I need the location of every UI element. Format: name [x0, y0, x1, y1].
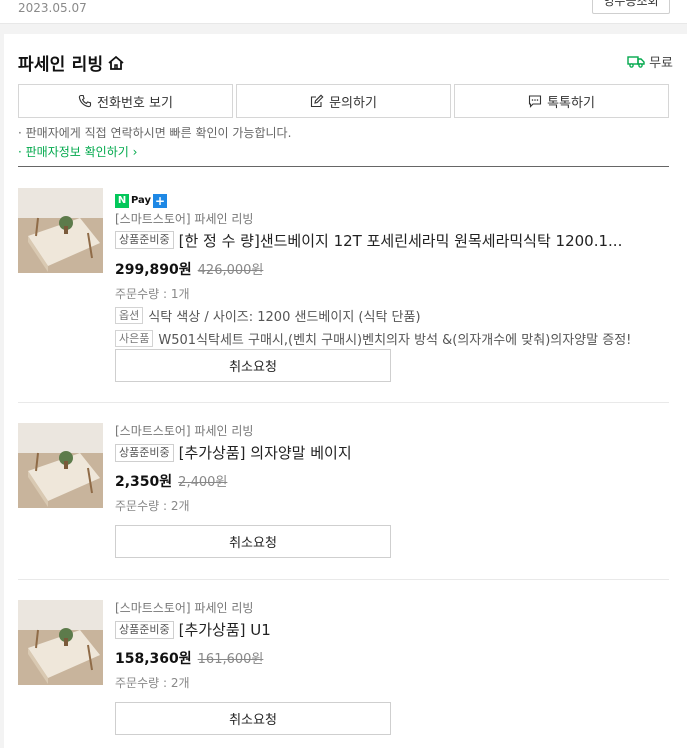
store-name: [스마트스토어] 파세인 리빙 — [115, 211, 254, 226]
chat-icon — [529, 95, 542, 108]
item-separator — [18, 579, 669, 580]
shipping-label: 무료 — [649, 56, 673, 71]
home-icon[interactable] — [107, 54, 125, 72]
product-thumbnail[interactable] — [18, 188, 103, 273]
edit-icon — [311, 94, 324, 108]
original-price: 426,000원 — [197, 262, 264, 278]
sale-price: 299,890원 — [115, 261, 192, 278]
product-thumbnail[interactable] — [18, 423, 103, 508]
store-name: [스마트스토어] 파세인 리빙 — [115, 601, 254, 615]
seller-info-link[interactable]: · 판매자정보 확인하기 › — [18, 143, 291, 162]
gift-tag: 사은품 — [115, 329, 154, 347]
product-title[interactable]: [추가상품] 의자양말 베이지 — [179, 442, 352, 463]
section-divider — [18, 166, 669, 167]
naver-pay-badge: N Pay + — [115, 193, 168, 208]
talktalk-label: 톡톡하기 — [547, 95, 595, 111]
plus-icon: + — [153, 193, 168, 208]
status-badge: 상품준비중 — [115, 231, 174, 249]
sale-price: 158,360원 — [115, 651, 192, 667]
order-quantity: 주문수량 : 2개 — [115, 676, 190, 690]
seller-order-card: 파세인 리빙 무료 전화번호 보기 문의하기 톡톡하기 · 판매자에게 직접 연… — [4, 34, 687, 748]
phone-number-button[interactable]: 전화번호 보기 — [18, 84, 233, 118]
original-price: 161,600원 — [197, 652, 264, 667]
product-thumbnail[interactable] — [18, 600, 103, 685]
naver-n-icon: N — [115, 193, 129, 208]
cancel-request-button[interactable]: 취소요청 — [115, 702, 391, 735]
cancel-request-button[interactable]: 취소요청 — [115, 525, 391, 558]
pay-text: Pay — [131, 195, 152, 206]
seller-actions: 전화번호 보기 문의하기 톡톡하기 — [18, 84, 669, 118]
order-quantity: 주문수량 : 2개 — [115, 499, 190, 513]
receipt-button[interactable]: 영수증조회 — [592, 0, 670, 14]
previous-order-card: 2023.05.07 영수증조회 — [0, 0, 687, 24]
product-title[interactable]: [한 정 수 량]샌드베이지 12T 포세린세라믹 원목세라믹식탁 1200.1… — [179, 230, 623, 251]
cancel-request-button[interactable]: 취소요청 — [115, 349, 391, 382]
gift-text: W501식탁세트 구매시,(벤치 구매시)벤치의자 방석 &(의자개수에 맞춰)… — [158, 332, 632, 348]
phone-number-label: 전화번호 보기 — [97, 95, 173, 111]
order-quantity: 주문수량 : 1개 — [115, 286, 190, 301]
gift-row: 사은품 W501식탁세트 구매시,(벤치 구매시)벤치의자 방석 &(의자개수에… — [115, 329, 669, 348]
original-price: 2,400원 — [178, 475, 228, 490]
seller-header[interactable]: 파세인 리빙 — [18, 50, 125, 75]
item-separator — [18, 402, 669, 403]
store-name: [스마트스토어] 파세인 리빙 — [115, 424, 254, 438]
talktalk-button[interactable]: 톡톡하기 — [454, 84, 669, 118]
option-row: 옵션 식탁 색상 / 사이즈: 1200 샌드베이지 (식탁 단품) — [115, 306, 669, 325]
seller-name[interactable]: 파세인 리빙 — [18, 50, 103, 75]
inquiry-button[interactable]: 문의하기 — [236, 84, 451, 118]
phone-icon — [78, 94, 92, 108]
inquiry-label: 문의하기 — [329, 95, 377, 111]
product-title[interactable]: [추가상품] U1 — [179, 619, 271, 640]
truck-icon — [627, 56, 645, 68]
option-tag: 옵션 — [115, 306, 144, 324]
shipping-info: 무료 — [627, 52, 673, 71]
order-date: 2023.05.07 — [18, 1, 87, 15]
notice-text: · 판매자에게 직접 연락하시면 빠른 확인이 가능합니다. — [18, 126, 292, 140]
status-badge: 상품준비중 — [115, 443, 174, 462]
seller-notice: · 판매자에게 직접 연락하시면 빠른 확인이 가능합니다. · 판매자정보 확… — [18, 124, 291, 162]
option-text: 식탁 색상 / 사이즈: 1200 샌드베이지 (식탁 단품) — [148, 309, 421, 325]
sale-price: 2,350원 — [115, 474, 173, 490]
status-badge: 상품준비중 — [115, 620, 174, 639]
